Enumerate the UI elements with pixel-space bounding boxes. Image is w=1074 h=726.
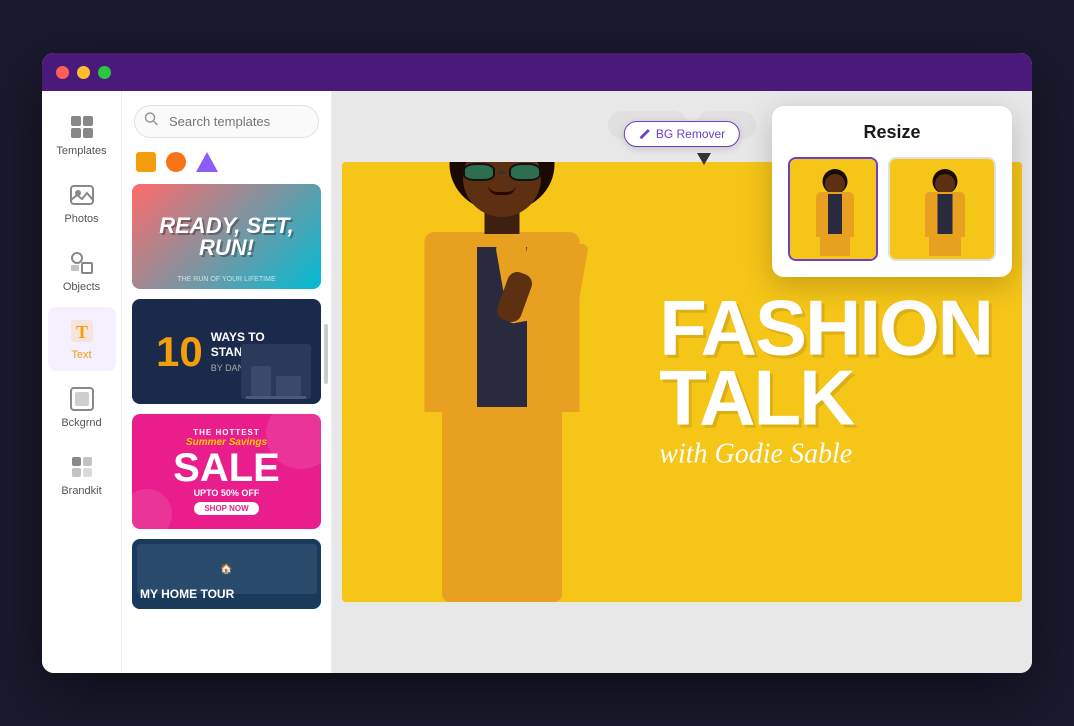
resize-panel: Resize — [772, 106, 1012, 277]
template-card-4[interactable]: MY HOME TOUR 🏠 — [132, 539, 321, 609]
filter-triangle[interactable] — [196, 152, 218, 172]
sidebar-label-text: Text — [71, 349, 91, 361]
sidebar-label-templates: Templates — [56, 145, 106, 157]
traffic-light-close[interactable] — [56, 66, 69, 79]
thumb-shirt-1 — [828, 194, 842, 234]
glasses-bridge — [499, 171, 505, 174]
resize-option-1[interactable] — [788, 157, 878, 261]
search-input[interactable] — [134, 105, 319, 138]
template-4-title: MY HOME TOUR — [140, 587, 234, 601]
filter-circle[interactable] — [166, 152, 186, 172]
cursor-arrow — [697, 153, 711, 165]
main-canvas[interactable]: BG Remover — [332, 91, 1032, 673]
bg-remover-tooltip[interactable]: BG Remover — [624, 121, 740, 147]
panel-scrollbar[interactable] — [324, 324, 328, 384]
template-card-1[interactable]: READY, SET,RUN! THE RUN OF YOUR LIFETIME — [132, 184, 321, 289]
lens-left — [463, 163, 495, 181]
filter-shapes — [122, 148, 331, 184]
sidebar-item-brandkit[interactable]: Brandkit — [48, 443, 116, 507]
app-window: Templates Photos — [42, 53, 1032, 673]
template-3-sale: SALE — [173, 448, 280, 488]
sidebar-label-photos: Photos — [64, 213, 98, 225]
template-3-cta[interactable]: SHOP NOW — [194, 502, 258, 515]
title-bar — [42, 53, 1032, 91]
brandkit-icon — [68, 453, 96, 481]
resize-options — [788, 157, 996, 261]
thumb-mini-model-1 — [800, 164, 870, 254]
template-1-subtitle: THE RUN OF YOUR LIFETIME — [140, 276, 313, 283]
resize-option-2[interactable] — [888, 157, 997, 261]
search-icon — [144, 111, 158, 128]
template-card-3[interactable]: THE HOTTEST Summer Savings SALE UPTO 50%… — [132, 414, 321, 529]
template-2-number: 10 — [156, 331, 203, 373]
app-body: Templates Photos — [42, 91, 1032, 673]
objects-icon — [68, 249, 96, 277]
text-icon: T — [68, 317, 96, 345]
model-glasses — [462, 162, 542, 182]
background-icon — [68, 385, 96, 413]
deco-circle-2 — [132, 489, 172, 529]
model-figure — [402, 172, 602, 602]
sidebar-item-templates[interactable]: Templates — [48, 103, 116, 167]
model-legs — [442, 402, 562, 602]
model-container — [362, 162, 662, 602]
sidebar: Templates Photos — [42, 91, 122, 673]
sidebar-item-photos[interactable]: Photos — [48, 171, 116, 235]
templates-list: READY, SET,RUN! THE RUN OF YOUR LIFETIME… — [122, 184, 331, 673]
sidebar-label-background: Bckgrnd — [61, 417, 101, 429]
fashion-title-text: FASHIONTALK — [659, 293, 992, 433]
sidebar-label-objects: Objects — [63, 281, 100, 293]
traffic-light-minimize[interactable] — [77, 66, 90, 79]
sidebar-item-objects[interactable]: Objects — [48, 239, 116, 303]
template-card-2[interactable]: 10 WAYS TOSTANDOUT BY DANIELLE LIM — [132, 299, 321, 404]
templates-panel: READY, SET,RUN! THE RUN OF YOUR LIFETIME… — [122, 91, 332, 673]
pencil-icon — [639, 128, 651, 140]
photos-icon — [68, 181, 96, 209]
resize-thumb-1 — [790, 159, 878, 259]
bg-remover-label: BG Remover — [656, 127, 725, 141]
fashion-subtitle-text: with Godie Sable — [659, 438, 992, 472]
lens-right — [509, 163, 541, 181]
template-2-decoration — [241, 344, 311, 399]
template-3-hot: THE HOTTEST — [193, 428, 260, 437]
thumb-mini-model-2 — [902, 164, 987, 254]
thumb-head-1 — [825, 174, 845, 194]
thumb-head-2 — [935, 174, 955, 194]
thumb-shirt-2 — [937, 194, 952, 234]
thumb-legs-2 — [929, 236, 961, 256]
sidebar-item-background[interactable]: Bckgrnd — [48, 375, 116, 439]
search-bar-container — [122, 91, 331, 148]
sidebar-item-text[interactable]: T Text — [48, 307, 116, 371]
templates-icon — [68, 113, 96, 141]
filter-square[interactable] — [136, 152, 156, 172]
template-1-title: READY, SET,RUN! — [159, 215, 293, 259]
sidebar-label-brandkit: Brandkit — [61, 485, 101, 497]
fashion-text: FASHIONTALK with Godie Sable — [659, 293, 992, 472]
thumb-legs-1 — [820, 236, 850, 256]
resize-thumb-2 — [890, 159, 997, 259]
resize-panel-title: Resize — [788, 122, 996, 143]
template-3-discount: UPTO 50% OFF — [194, 488, 260, 498]
traffic-light-fullscreen[interactable] — [98, 66, 111, 79]
svg-text:T: T — [75, 322, 87, 342]
